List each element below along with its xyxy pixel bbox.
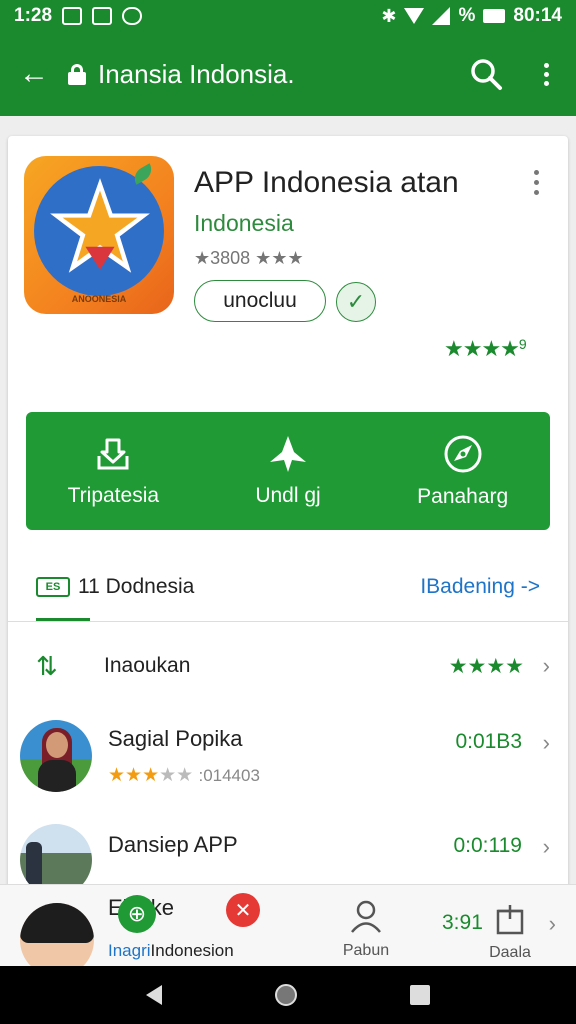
action-bar: Tripatesia Undl gj Panaharg	[26, 412, 550, 530]
status-clock: 80:14	[513, 5, 562, 26]
tab-data[interactable]: Daala	[488, 903, 532, 962]
list-item-label: Inaoukan	[104, 654, 191, 677]
notification-icon	[122, 7, 143, 25]
overflow-menu-icon[interactable]	[516, 62, 576, 86]
bluetooth-icon: ✱	[381, 5, 397, 26]
status-time: 1:28	[14, 5, 53, 26]
list-item-value: 0:01B3	[455, 730, 522, 753]
box-icon	[496, 905, 524, 935]
bottom-sublabel[interactable]: InagriIndonesion	[108, 941, 234, 961]
section-header: ES 11 Dodnesia IBadening ->	[8, 554, 568, 620]
signal-icon	[432, 7, 451, 25]
back-arrow-icon[interactable]: ←	[0, 57, 68, 91]
tab-label: Daala	[489, 944, 531, 961]
developer-name[interactable]: Indonesia	[194, 210, 294, 237]
download-icon	[97, 438, 129, 470]
navigation-bar	[0, 966, 576, 1024]
section-badge: ES	[36, 577, 70, 597]
list-item[interactable]: Sagial Popika ★★★★★ :014403 0:01B3 ›	[8, 720, 568, 800]
section-title[interactable]: 11 Dodnesia	[78, 575, 194, 599]
action-label: Panaharg	[417, 485, 509, 508]
list-item-name: Sagial Popika	[108, 726, 243, 751]
list-item-rating: ★★★★★ :014403	[108, 765, 260, 786]
nav-home-icon[interactable]	[274, 984, 297, 1006]
list-item-name: Dansiep APP	[108, 832, 238, 857]
list-item-value: 0:0:119	[453, 834, 522, 857]
star-icon	[270, 436, 306, 472]
action-rate-button[interactable]: Undl gj	[201, 412, 376, 530]
action-label: Undl gj	[255, 484, 321, 507]
bottom-bar: Ebyike ⊕ ✕ InagriIndonesion Pabun 3:91 D…	[0, 884, 576, 977]
uninstall-button[interactable]: unocluu	[194, 280, 326, 322]
app-bar-title: Inansia Indonsia.	[98, 58, 295, 89]
app-card: ANOONESIA APP Indonesia atan Indonesia ★…	[8, 136, 568, 896]
avatar	[20, 720, 92, 792]
rating-stars: ★★★★9	[444, 336, 527, 361]
globe-icon[interactable]: ⊕	[118, 895, 156, 933]
chevron-right-icon: ›	[548, 911, 556, 936]
chevron-right-icon: ›	[542, 653, 550, 678]
notification-icon	[62, 7, 83, 25]
nav-recents-icon[interactable]	[409, 985, 430, 1005]
notification-icon	[92, 7, 113, 25]
person-icon	[351, 900, 381, 933]
action-install-button[interactable]: Tripatesia	[26, 412, 201, 530]
nav-back-icon[interactable]	[146, 985, 163, 1005]
lock-icon	[68, 64, 86, 85]
tab-label: Pabun	[342, 942, 390, 959]
search-icon[interactable]	[456, 57, 516, 91]
wifi-icon	[404, 8, 425, 24]
close-icon[interactable]: ✕	[226, 893, 260, 927]
check-icon[interactable]: ✓	[336, 282, 376, 322]
tab-profile[interactable]: Pabun	[336, 899, 396, 960]
app-title: APP Indonesia atan	[194, 166, 459, 199]
list-item[interactable]: ⇅ Inaoukan ★★★★ ›	[8, 636, 568, 696]
rating-line: ★3808 ★★★	[194, 248, 304, 268]
action-share-button[interactable]: Panaharg	[375, 412, 550, 530]
divider	[8, 621, 568, 622]
status-bar: 1:28 ✱ % 80:14	[0, 0, 576, 32]
list-item-stars: ★★★★	[448, 654, 524, 678]
app-icon-label: ANOONESIA	[71, 294, 127, 304]
app-more-icon[interactable]	[534, 170, 539, 195]
sort-icon: ⇅	[36, 650, 58, 681]
battery-icon	[483, 9, 506, 23]
action-label: Tripatesia	[67, 484, 160, 507]
app-icon[interactable]: ANOONESIA	[24, 156, 174, 314]
app-bar: ← Inansia Indonsia.	[0, 32, 576, 116]
battery-percent: %	[458, 5, 476, 26]
bottom-value: 3:91	[442, 911, 483, 934]
compass-icon	[444, 435, 482, 473]
chevron-right-icon: ›	[542, 834, 550, 859]
chevron-right-icon: ›	[542, 730, 550, 755]
see-more-link[interactable]: IBadening ->	[420, 575, 540, 599]
